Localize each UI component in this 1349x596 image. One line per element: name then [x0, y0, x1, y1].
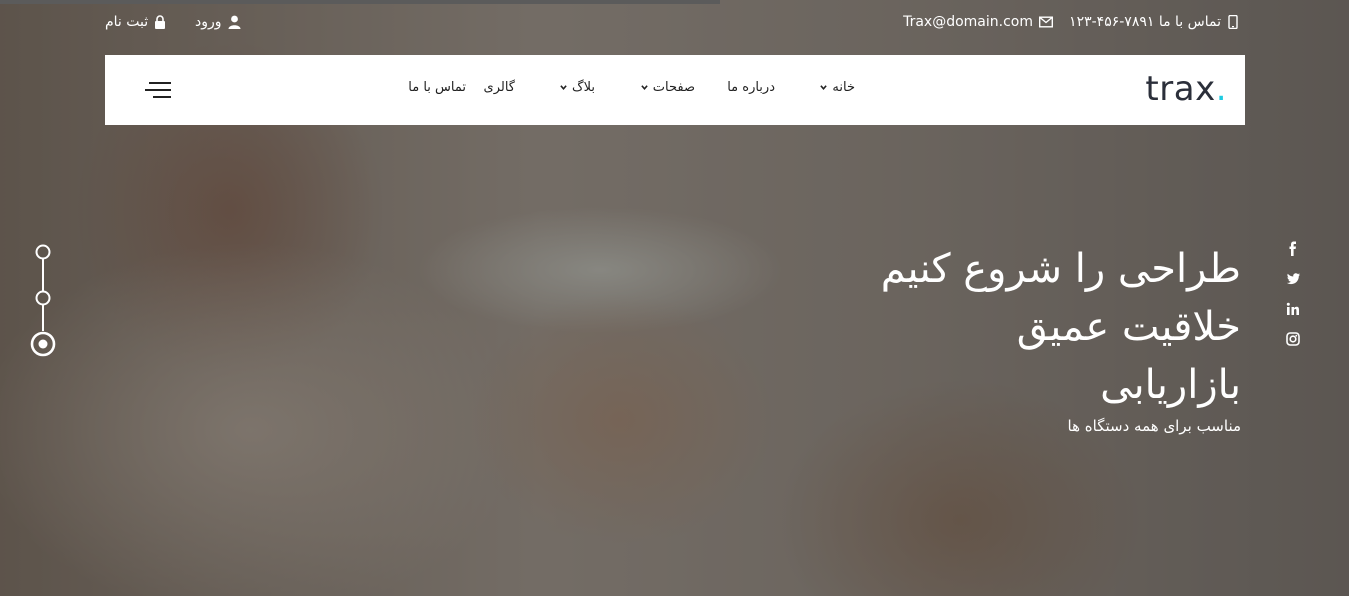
linkedin-icon[interactable]: [1284, 300, 1302, 318]
hero-headline: طراحی را شروع کنیم خلاقیت عمیق بازاریابی: [881, 240, 1241, 414]
brand-name: trax: [1145, 69, 1216, 109]
nav-item-home[interactable]: خانه: [820, 80, 855, 95]
nav-item-label: بلاگ: [571, 80, 595, 95]
contact-email[interactable]: Trax@domain.com: [903, 14, 1053, 30]
brand-dot: .: [1215, 69, 1227, 109]
nav-item-label: گالری: [483, 80, 515, 95]
facebook-icon[interactable]: [1284, 240, 1302, 258]
hero-headline-line: بازاریابی: [1100, 362, 1241, 408]
nav-item-label: صفحات: [652, 80, 695, 95]
top-bar: تماس با ما ۷۸۹۱-۴۵۶-۱۲۳ Trax@domain.com …: [0, 14, 1349, 36]
nav-item-label: درباره ما: [727, 80, 775, 95]
slider-pagination: [30, 244, 56, 357]
nav-item-pages[interactable]: صفحات: [641, 80, 695, 95]
nav-item-about[interactable]: درباره ما: [727, 80, 775, 95]
slider-dot[interactable]: [35, 244, 51, 260]
contact-phone-label: تماس با ما ۷۸۹۱-۴۵۶-۱۲۳: [1069, 14, 1221, 30]
chevron-down-icon: [820, 85, 828, 91]
mobile-phone-icon: [1228, 15, 1238, 29]
page-loading-bar: [0, 0, 720, 4]
lock-icon: [155, 15, 166, 29]
chevron-down-icon: [641, 85, 648, 91]
nav-item-label: تماس با ما: [408, 80, 466, 95]
brand-logo[interactable]: trax.: [1145, 69, 1227, 109]
register-label: ثبت نام: [105, 14, 149, 30]
chevron-down-icon: [560, 85, 567, 91]
envelope-icon: [1039, 16, 1053, 28]
hero-headline-line: خلاقیت عمیق: [1016, 304, 1241, 350]
contact-phone[interactable]: تماس با ما ۷۸۹۱-۴۵۶-۱۲۳: [1069, 14, 1239, 30]
contact-email-label: Trax@domain.com: [903, 14, 1033, 30]
social-links: [1284, 240, 1302, 360]
hero-subtitle: مناسب برای همه دستگاه ها: [1067, 417, 1241, 435]
nav-item-gallery[interactable]: گالری: [484, 80, 515, 95]
slider-dot-active-center: [38, 339, 48, 349]
register-link[interactable]: ثبت نام: [105, 14, 166, 30]
hamburger-menu-icon[interactable]: [145, 82, 171, 100]
twitter-icon[interactable]: [1284, 270, 1302, 288]
user-icon: [228, 15, 241, 29]
login-label: ورود: [195, 14, 222, 30]
hero-headline-line: طراحی را شروع کنیم: [880, 246, 1241, 292]
login-link[interactable]: ورود: [195, 14, 241, 30]
nav-item-label: خانه: [832, 80, 855, 95]
instagram-icon[interactable]: [1284, 330, 1302, 348]
nav-item-blog[interactable]: بلاگ: [560, 80, 595, 95]
main-navbar: trax. خانه درباره ما صفحات بلاگ گالری تم…: [105, 55, 1245, 125]
slider-dot[interactable]: [35, 290, 51, 306]
nav-item-contact[interactable]: تماس با ما: [408, 80, 466, 95]
